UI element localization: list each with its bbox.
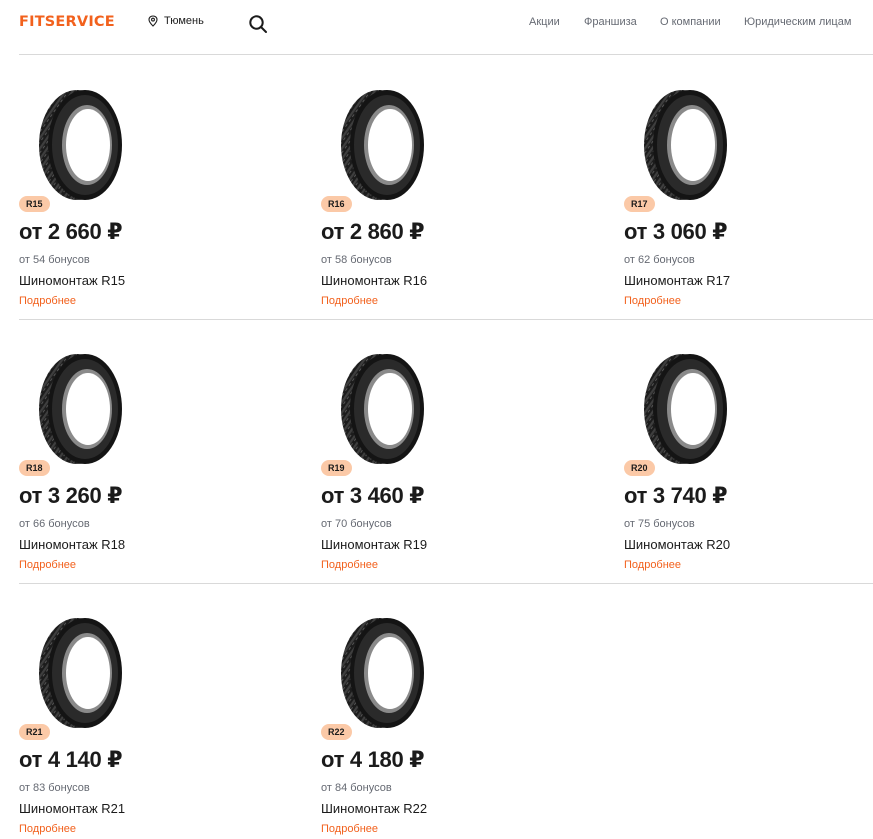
size-badge: R21 — [19, 724, 50, 740]
price: от 2 860 ₽ — [321, 219, 425, 244]
bonus-text: от 75 бонусов — [624, 518, 695, 530]
more-link[interactable]: Подробнее — [321, 295, 378, 307]
bonus-text: от 70 бонусов — [321, 518, 392, 530]
service-name[interactable]: Шиномонтаж R21 — [19, 801, 125, 816]
tire-image — [39, 354, 122, 464]
tire-image — [341, 354, 424, 464]
bonus-text: от 58 бонусов — [321, 254, 392, 266]
service-name[interactable]: Шиномонтаж R16 — [321, 273, 427, 288]
size-badge: R17 — [624, 196, 655, 212]
bonus-text: от 83 бонусов — [19, 782, 90, 794]
row-divider — [19, 319, 873, 320]
tire-image — [644, 354, 727, 464]
price: от 3 740 ₽ — [624, 483, 728, 508]
tire-image — [341, 90, 424, 200]
price: от 3 260 ₽ — [19, 483, 123, 508]
more-link[interactable]: Подробнее — [321, 823, 378, 835]
more-link[interactable]: Подробнее — [624, 559, 681, 571]
tire-image — [39, 90, 122, 200]
size-badge: R15 — [19, 196, 50, 212]
price: от 3 460 ₽ — [321, 483, 425, 508]
tire-image — [341, 618, 424, 728]
service-name[interactable]: Шиномонтаж R15 — [19, 273, 125, 288]
service-card[interactable]: R22 от 4 180 ₽ от 84 бонусов Шиномонтаж … — [321, 588, 581, 838]
bonus-text: от 66 бонусов — [19, 518, 90, 530]
nav-link-about[interactable]: О компании — [660, 16, 721, 28]
service-name[interactable]: Шиномонтаж R17 — [624, 273, 730, 288]
size-badge: R19 — [321, 460, 352, 476]
nav-link-business[interactable]: Юридическим лицам — [744, 16, 851, 28]
price: от 3 060 ₽ — [624, 219, 728, 244]
tire-image — [39, 618, 122, 728]
service-card[interactable]: R20 от 3 740 ₽ от 75 бонусов Шиномонтаж … — [624, 324, 873, 574]
service-card[interactable]: R18 от 3 260 ₽ от 66 бонусов Шиномонтаж … — [19, 324, 279, 574]
header-divider — [19, 54, 873, 55]
service-card[interactable]: R21 от 4 140 ₽ от 83 бонусов Шиномонтаж … — [19, 588, 279, 838]
size-badge: R20 — [624, 460, 655, 476]
price: от 4 140 ₽ — [19, 747, 123, 772]
service-card[interactable]: R15 от 2 660 ₽ от 54 бонусов Шиномонтаж … — [19, 60, 279, 310]
site-header: FITSERVICE Тюмень Акции Франшиза О компа… — [0, 0, 873, 45]
bonus-text: от 62 бонусов — [624, 254, 695, 266]
service-name[interactable]: Шиномонтаж R19 — [321, 537, 427, 552]
more-link[interactable]: Подробнее — [321, 559, 378, 571]
main-nav: Акции Франшиза О компании Юридическим ли… — [0, 16, 873, 30]
more-link[interactable]: Подробнее — [19, 295, 76, 307]
service-card[interactable]: R16 от 2 860 ₽ от 58 бонусов Шиномонтаж … — [321, 60, 581, 310]
price: от 4 180 ₽ — [321, 747, 425, 772]
bonus-text: от 84 бонусов — [321, 782, 392, 794]
service-card[interactable]: R17 от 3 060 ₽ от 62 бонусов Шиномонтаж … — [624, 60, 873, 310]
service-name[interactable]: Шиномонтаж R18 — [19, 537, 125, 552]
price: от 2 660 ₽ — [19, 219, 123, 244]
nav-link-franchise[interactable]: Франшиза — [584, 16, 637, 28]
size-badge: R22 — [321, 724, 352, 740]
nav-link-promotions[interactable]: Акции — [529, 16, 560, 28]
service-card[interactable]: R19 от 3 460 ₽ от 70 бонусов Шиномонтаж … — [321, 324, 581, 574]
tire-image — [644, 90, 727, 200]
more-link[interactable]: Подробнее — [19, 823, 76, 835]
service-name[interactable]: Шиномонтаж R22 — [321, 801, 427, 816]
more-link[interactable]: Подробнее — [624, 295, 681, 307]
row-divider — [19, 583, 873, 584]
service-name[interactable]: Шиномонтаж R20 — [624, 537, 730, 552]
size-badge: R16 — [321, 196, 352, 212]
size-badge: R18 — [19, 460, 50, 476]
more-link[interactable]: Подробнее — [19, 559, 76, 571]
bonus-text: от 54 бонусов — [19, 254, 90, 266]
